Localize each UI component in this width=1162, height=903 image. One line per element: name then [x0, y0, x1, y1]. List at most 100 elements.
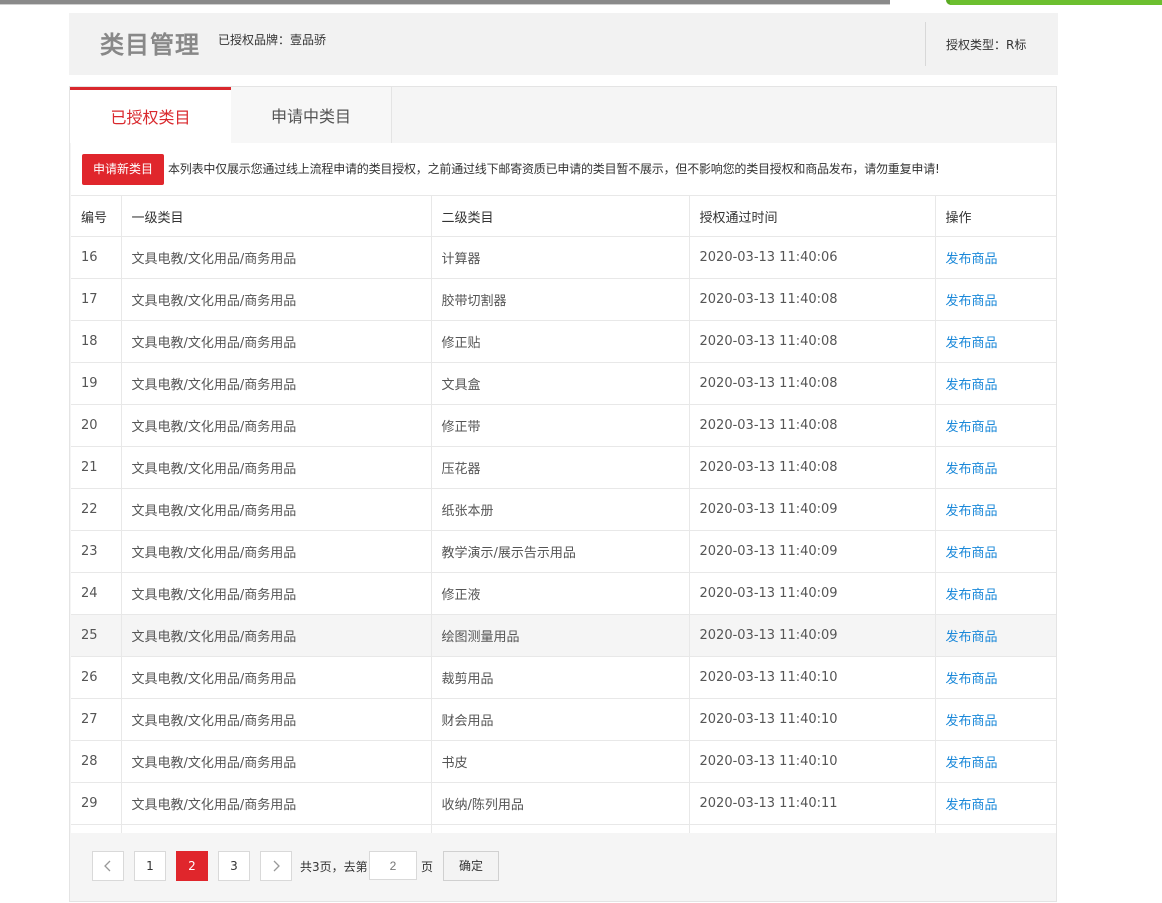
cell-approval-time: 2020-03-13 11:40:10: [689, 656, 936, 699]
cell-level2-category: 教学演示/展示告示用品: [431, 530, 690, 573]
table-row: 21 文具电教/文化用品/商务用品 压花器 2020-03-13 11:40:08 发布…: [71, 446, 1056, 489]
publish-product-link[interactable]: 发布商品: [946, 336, 998, 351]
cell-action: 发布商品: [935, 404, 1056, 447]
cell-approval-time: 2020-03-13 11:40:06: [689, 236, 936, 279]
table-row: 16 文具电教/文化用品/商务用品 计算器 2020-03-13 11:40:06 发布…: [71, 236, 1056, 279]
table-row: 24 文具电教/文化用品/商务用品 修正液 2020-03-13 11:40:09 发布…: [71, 572, 1056, 615]
top-progress-strip: [0, 0, 1162, 5]
table-header-row: 编号 一级类目 二级类目 授权通过时间 操作: [71, 196, 1056, 237]
cell-action: 发布商品: [935, 614, 1056, 657]
cell-action: 发布商品: [935, 488, 1056, 531]
cell-action: 发布商品: [935, 278, 1056, 321]
cell-id: 18: [71, 320, 122, 363]
table-row: 22 文具电教/文化用品/商务用品 纸张本册 2020-03-13 11:40:09 发…: [71, 488, 1056, 531]
cell-id: 25: [71, 614, 122, 657]
apply-new-category-button[interactable]: 申请新类目: [82, 154, 164, 185]
cell-approval-time: 2020-03-13 11:40:09: [689, 530, 936, 573]
cell-approval-time: 2020-03-13 11:40:09: [689, 614, 936, 657]
publish-product-link[interactable]: 发布商品: [946, 546, 998, 561]
publish-product-link[interactable]: 发布商品: [946, 294, 998, 309]
cell-id: 24: [71, 572, 122, 615]
column-header-time: 授权通过时间: [689, 196, 936, 237]
top-green-bar: [950, 0, 1162, 5]
cell-action: 发布商品: [935, 740, 1056, 783]
notice-bar: 申请新类目 本列表中仅展示您通过线上流程申请的类目授权，之前通过线下邮寄资质已申…: [71, 143, 1056, 196]
notice-text: 本列表中仅展示您通过线上流程申请的类目授权，之前通过线下邮寄资质已申请的类目暂不…: [168, 162, 940, 176]
tab-bar: 已授权类目 申请中类目: [70, 87, 1058, 143]
cell-action: 发布商品: [935, 782, 1056, 825]
column-header-level1: 一级类目: [121, 196, 432, 237]
cell-approval-time: 2020-03-13 11:40:08: [689, 446, 936, 489]
publish-product-link[interactable]: 发布商品: [946, 378, 998, 393]
publish-product-link[interactable]: 发布商品: [946, 756, 998, 771]
cell-id: 22: [71, 488, 122, 531]
cell-approval-time: 2020-03-13 11:40:08: [689, 362, 936, 405]
cell-level1-category: 文具电教/文化用品/商务用品: [121, 530, 432, 573]
cell-level2-category: 压花器: [431, 446, 690, 489]
cell-level1-category: 文具电教/文化用品/商务用品: [121, 320, 432, 363]
cell-level2-category: 文具盒: [431, 362, 690, 405]
table-row: 29 文具电教/文化用品/商务用品 收纳/陈列用品 2020-03-13 11:40:…: [71, 782, 1056, 825]
cell-level1-category: 文具电教/文化用品/商务用品: [121, 572, 432, 615]
cell-level2-category: 纸张本册: [431, 488, 690, 531]
cell-level1-category: 文具电教/文化用品/商务用品: [121, 404, 432, 447]
total-pages-text: 共3页，去第: [300, 860, 368, 874]
cell-level1-category: 文具电教/文化用品/商务用品: [121, 236, 432, 279]
table-row: 20 文具电教/文化用品/商务用品 修正带 2020-03-13 11:40:08 发布…: [71, 404, 1056, 447]
publish-product-link[interactable]: 发布商品: [946, 252, 998, 267]
cell-level2-category: 收纳/陈列用品: [431, 782, 690, 825]
column-header-level2: 二级类目: [431, 196, 690, 237]
column-header-action: 操作: [935, 196, 1056, 237]
category-table: 编号 一级类目 二级类目 授权通过时间 操作 16 文具电教/文化用品/商务用品计…: [71, 196, 1056, 867]
table-row: 18 文具电教/文化用品/商务用品 修正贴 2020-03-13 11:40:08 发布…: [71, 320, 1056, 363]
table-row: 28 文具电教/文化用品/商务用品 书皮 2020-03-13 11:40:10 发布商…: [71, 740, 1056, 783]
publish-product-link[interactable]: 发布商品: [946, 588, 998, 603]
page-unit-text: 页: [421, 860, 434, 874]
cell-approval-time: 2020-03-13 11:40:08: [689, 404, 936, 447]
prev-page-button[interactable]: [92, 851, 124, 881]
cell-approval-time: 2020-03-13 11:40:10: [689, 698, 936, 741]
cell-approval-time: 2020-03-13 11:40:09: [689, 572, 936, 615]
table-row: 17 文具电教/文化用品/商务用品 胶带切割器 2020-03-13 11:40:08…: [71, 278, 1056, 321]
publish-product-link[interactable]: 发布商品: [946, 462, 998, 477]
cell-action: 发布商品: [935, 698, 1056, 741]
tab-pending-categories[interactable]: 申请中类目: [231, 87, 392, 143]
cell-id: 20: [71, 404, 122, 447]
page-button-1[interactable]: 1: [134, 851, 166, 881]
table-row: 25 文具电教/文化用品/商务用品 绘图测量用品 2020-03-13 11:40:0…: [71, 614, 1056, 657]
cell-action: 发布商品: [935, 530, 1056, 573]
cell-id: 26: [71, 656, 122, 699]
goto-page-input[interactable]: [369, 851, 417, 880]
table-row: 26 文具电教/文化用品/商务用品 裁剪用品 2020-03-13 11:40:10 发…: [71, 656, 1056, 699]
cell-action: 发布商品: [935, 572, 1056, 615]
table-row: 23 文具电教/文化用品/商务用品 教学演示/展示告示用品 2020-03-13 11…: [71, 530, 1056, 573]
cell-id: 29: [71, 782, 122, 825]
cell-action: 发布商品: [935, 446, 1056, 489]
page-title: 类目管理: [100, 31, 200, 59]
publish-product-link[interactable]: 发布商品: [946, 714, 998, 729]
publish-product-link[interactable]: 发布商品: [946, 420, 998, 435]
publish-product-link[interactable]: 发布商品: [946, 630, 998, 645]
cell-id: 17: [71, 278, 122, 321]
tab-authorized-categories[interactable]: 已授权类目: [70, 87, 231, 143]
cell-approval-time: 2020-03-13 11:40:11: [689, 782, 936, 825]
cell-level2-category: 修正液: [431, 572, 690, 615]
chevron-right-icon: [273, 860, 280, 872]
cell-id: 21: [71, 446, 122, 489]
cell-approval-time: 2020-03-13 11:40:08: [689, 278, 936, 321]
page-button-2[interactable]: 2: [176, 851, 208, 881]
cell-action: 发布商品: [935, 656, 1056, 699]
cell-id: 23: [71, 530, 122, 573]
cell-level2-category: 计算器: [431, 236, 690, 279]
publish-product-link[interactable]: 发布商品: [946, 672, 998, 687]
goto-confirm-button[interactable]: 确定: [443, 851, 499, 881]
cell-approval-time: 2020-03-13 11:40:10: [689, 740, 936, 783]
page-button-3[interactable]: 3: [218, 851, 250, 881]
cell-level2-category: 书皮: [431, 740, 690, 783]
cell-level1-category: 文具电教/文化用品/商务用品: [121, 656, 432, 699]
next-page-button[interactable]: [260, 851, 292, 881]
tab-content: 申请新类目 本列表中仅展示您通过线上流程申请的类目授权，之前通过线下邮寄资质已申…: [71, 143, 1056, 867]
cell-level2-category: 胶带切割器: [431, 278, 690, 321]
publish-product-link[interactable]: 发布商品: [946, 504, 998, 519]
publish-product-link[interactable]: 发布商品: [946, 798, 998, 813]
